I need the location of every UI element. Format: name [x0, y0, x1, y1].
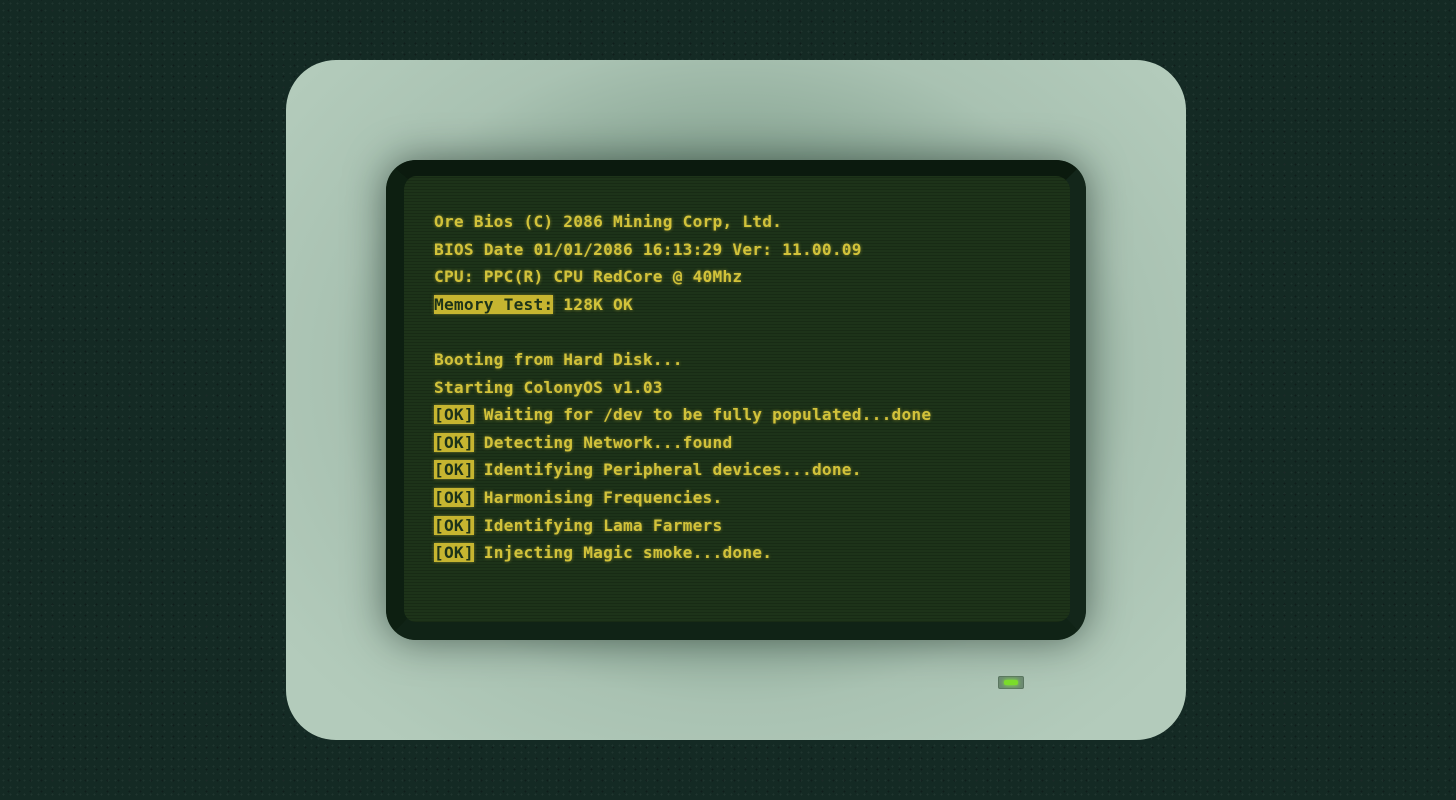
os-start-line: Starting ColonyOS v1.03: [434, 377, 663, 397]
ok-badge: [OK]: [434, 515, 474, 535]
crt-screen[interactable]: Ore Bios (C) 2086 Mining Corp, Ltd. BIOS…: [402, 176, 1070, 622]
ok-badge: [OK]: [434, 405, 474, 425]
ok-badge: [OK]: [434, 460, 474, 480]
memory-test-label: Memory Test:: [434, 294, 554, 314]
ok-badge: [OK]: [434, 543, 474, 563]
status-line: [OK] Detecting Network...found: [434, 429, 931, 457]
status-line: [OK] Harmonising Frequencies.: [434, 484, 931, 512]
memory-test-line: Memory Test: 128K OK: [434, 291, 931, 319]
cpu-line: CPU: PPC(R) CPU RedCore @ 40Mhz: [434, 267, 743, 287]
ok-badge: [OK]: [434, 432, 474, 452]
status-text: Injecting Magic smoke...done.: [473, 543, 773, 563]
screen-bezel: Ore Bios (C) 2086 Mining Corp, Ltd. BIOS…: [386, 160, 1086, 640]
status-line: [OK] Identifying Peripheral devices...do…: [434, 456, 931, 484]
status-text: Identifying Peripheral devices...done.: [473, 460, 862, 480]
ok-badge: [OK]: [434, 487, 474, 507]
boot-disk-line: Booting from Hard Disk...: [434, 349, 683, 369]
status-line: [OK] Injecting Magic smoke...done.: [434, 539, 931, 567]
blank-line: [434, 318, 931, 346]
status-text: Waiting for /dev to be fully populated..…: [473, 405, 932, 425]
memory-test-value: 128K OK: [553, 294, 633, 314]
status-text: Detecting Network...found: [473, 432, 733, 452]
status-text: Identifying Lama Farmers: [473, 515, 723, 535]
status-line: [OK] Identifying Lama Farmers: [434, 512, 931, 540]
bios-date-line: BIOS Date 01/01/2086 16:13:29 Ver: 11.00…: [434, 239, 862, 259]
crt-monitor: Ore Bios (C) 2086 Mining Corp, Ltd. BIOS…: [286, 60, 1186, 740]
bios-vendor-line: Ore Bios (C) 2086 Mining Corp, Ltd.: [434, 212, 783, 231]
status-line: [OK] Waiting for /dev to be fully popula…: [434, 401, 931, 429]
status-text: Harmonising Frequencies.: [473, 487, 723, 507]
boot-log: Ore Bios (C) 2086 Mining Corp, Ltd. BIOS…: [434, 208, 931, 567]
power-led-light: [1004, 680, 1018, 685]
power-led-icon: [998, 676, 1024, 689]
